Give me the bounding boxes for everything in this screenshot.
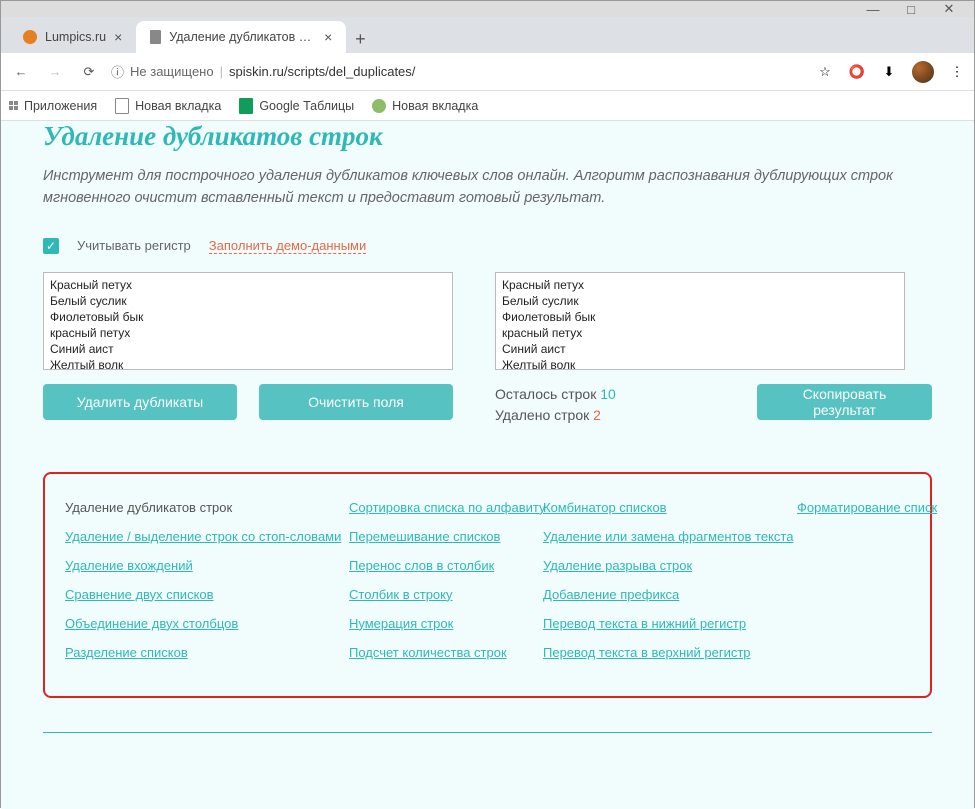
tool-link[interactable]: Добавление префикса	[543, 587, 783, 602]
copy-result-button[interactable]: Скопировать результат	[757, 384, 932, 420]
tool-link[interactable]: Столбик в строку	[349, 587, 529, 602]
tab-spiskin[interactable]: Удаление дубликатов строк - у... ×	[136, 21, 346, 53]
page-title: Удаление дубликатов строк	[43, 121, 932, 152]
ext-icon-2[interactable]: ⬇	[880, 63, 898, 81]
tool-link[interactable]: Комбинатор списков	[543, 500, 783, 515]
related-tools-box: Удаление дубликатов строк Удаление / выд…	[43, 472, 932, 698]
lines-left-value: 10	[600, 386, 616, 402]
tool-link[interactable]: Объединение двух столбцов	[65, 616, 335, 631]
url-field[interactable]: ⓘ Не защищено | spiskin.ru/scripts/del_d…	[111, 62, 806, 81]
stats-block: Осталось строк 10 Удалено строк 2	[495, 384, 715, 426]
tab-strip: Lumpics.ru × Удаление дубликатов строк -…	[1, 17, 974, 53]
back-button[interactable]: ←	[9, 60, 33, 84]
bookmark-item[interactable]: Новая вкладка	[115, 98, 221, 114]
tab-lumpics[interactable]: Lumpics.ru ×	[9, 21, 136, 53]
tool-link[interactable]: Перевод текста в нижний регистр	[543, 616, 783, 631]
remove-duplicates-button[interactable]: Удалить дубликаты	[43, 384, 237, 420]
window-close[interactable]: ✕	[930, 1, 968, 17]
favicon-icon	[150, 30, 161, 44]
info-icon[interactable]: ⓘ	[111, 62, 124, 81]
url-text: spiskin.ru/scripts/del_duplicates/	[229, 64, 415, 79]
star-icon[interactable]: ☆	[816, 63, 834, 81]
window-titlebar: — □ ✕	[1, 1, 974, 17]
sheets-icon	[239, 98, 253, 114]
input-textarea[interactable]	[43, 272, 453, 370]
tool-link[interactable]: Разделение списков	[65, 645, 335, 660]
divider	[43, 732, 932, 733]
tool-link[interactable]: Удаление вхождений	[65, 558, 335, 573]
apps-button[interactable]: Приложения	[9, 99, 97, 113]
tool-link[interactable]: Перенос слов в столбик	[349, 558, 529, 573]
address-bar: ← → ⟳ ⓘ Не защищено | spiskin.ru/scripts…	[1, 53, 974, 91]
clear-fields-button[interactable]: Очистить поля	[259, 384, 453, 420]
favicon-icon	[23, 30, 37, 44]
demo-link[interactable]: Заполнить демо-данными	[209, 238, 366, 254]
new-tab-button[interactable]: +	[346, 25, 374, 53]
window-max[interactable]: □	[892, 1, 930, 17]
close-icon[interactable]: ×	[114, 29, 122, 45]
tool-link[interactable]: Сравнение двух списков	[65, 587, 335, 602]
forward-button[interactable]: →	[43, 60, 67, 84]
tool-link[interactable]: Нумерация строк	[349, 616, 529, 631]
tool-link[interactable]: Удаление / выделение строк со стоп-слова…	[65, 529, 335, 544]
case-checkbox-label: Учитывать регистр	[77, 238, 191, 253]
tool-link[interactable]: Подсчет количества строк	[349, 645, 529, 660]
bookmark-item[interactable]: Google Таблицы	[239, 98, 354, 114]
page-content: Удаление дубликатов строк Инструмент для…	[1, 121, 974, 809]
ext-icon[interactable]: ⭕	[848, 63, 866, 81]
lines-deleted-value: 2	[593, 407, 601, 423]
tool-link[interactable]: Перемешивание списков	[349, 529, 529, 544]
avatar[interactable]	[912, 61, 934, 83]
bookmarks-bar: Приложения Новая вкладка Google Таблицы …	[1, 91, 974, 121]
page-icon	[115, 98, 129, 114]
tool-link[interactable]: Удаление или замена фрагментов текста	[543, 529, 783, 544]
tool-link-current: Удаление дубликатов строк	[65, 500, 335, 515]
case-checkbox[interactable]: ✓	[43, 238, 59, 254]
page-description: Инструмент для построчного удаления дубл…	[43, 166, 932, 210]
tab-title: Lumpics.ru	[45, 30, 106, 44]
menu-icon[interactable]: ⋮	[948, 63, 966, 81]
tab-title: Удаление дубликатов строк - у...	[169, 30, 316, 44]
apps-icon	[9, 101, 18, 110]
reload-button[interactable]: ⟳	[77, 60, 101, 84]
security-label: Не защищено	[130, 64, 214, 79]
close-icon[interactable]: ×	[324, 29, 332, 45]
page-icon	[372, 99, 386, 113]
window-min[interactable]: —	[854, 1, 892, 17]
bookmark-item[interactable]: Новая вкладка	[372, 99, 478, 113]
output-textarea[interactable]	[495, 272, 905, 370]
tool-link[interactable]: Сортировка списка по алфавиту	[349, 500, 529, 515]
tool-link[interactable]: Удаление разрыва строк	[543, 558, 783, 573]
tool-link[interactable]: Перевод текста в верхний регистр	[543, 645, 783, 660]
tool-link[interactable]: Форматирование списк	[797, 500, 937, 515]
